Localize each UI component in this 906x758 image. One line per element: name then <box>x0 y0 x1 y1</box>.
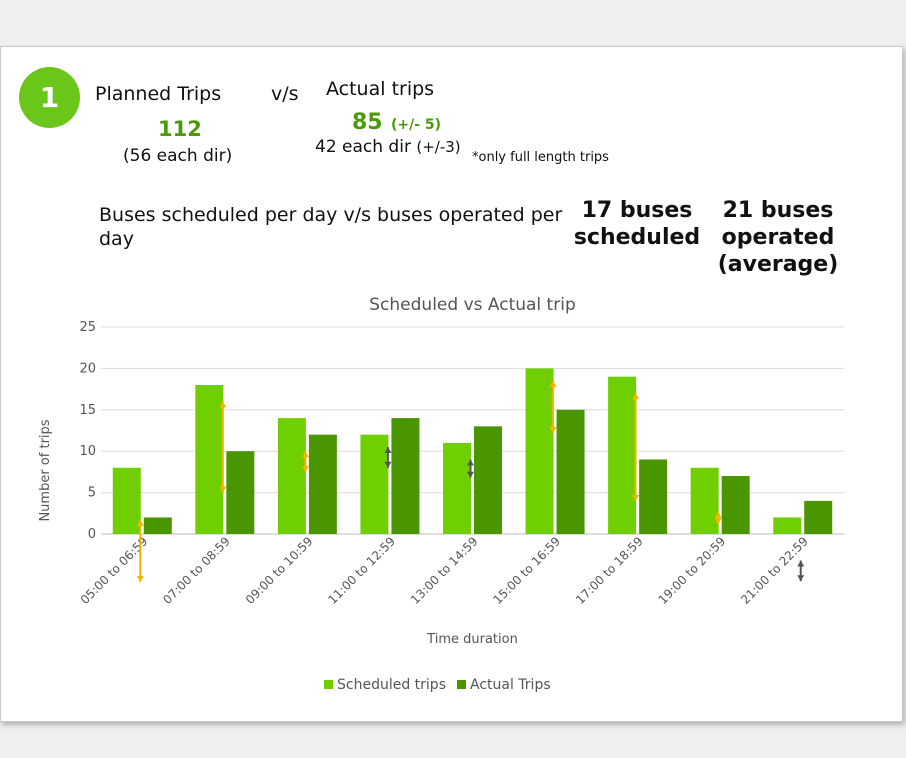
legend-label-actual: Actual Trips <box>470 677 551 693</box>
bar-scheduled <box>773 517 802 534</box>
x-tick-label: 17:00 to 18:59 <box>573 534 646 607</box>
y-axis-label: Number of trips <box>38 419 53 521</box>
bar-actual <box>721 476 750 534</box>
bar-scheduled <box>525 368 554 534</box>
y-tick-label: 25 <box>79 320 96 335</box>
bar-actual <box>639 459 668 534</box>
bar-scheduled <box>608 376 637 534</box>
y-tick-label: 5 <box>88 486 96 501</box>
bar-scheduled <box>112 467 141 534</box>
bar-scheduled <box>195 384 224 534</box>
x-tick-label: 07:00 to 08:59 <box>160 534 233 607</box>
y-tick-label: 20 <box>79 361 96 376</box>
bar-actual <box>143 517 172 534</box>
bar-actual <box>308 434 337 534</box>
bar-actual <box>391 418 420 534</box>
legend-swatch-actual <box>457 680 466 689</box>
y-tick-label: 0 <box>88 527 96 542</box>
difference-arrow-head <box>797 575 805 582</box>
difference-arrow-head <box>136 576 144 583</box>
x-tick-label: 09:00 to 10:59 <box>243 534 316 607</box>
bar-scheduled <box>360 434 389 534</box>
bar-actual <box>226 451 255 534</box>
y-tick-label: 15 <box>79 403 96 418</box>
bar-actual <box>474 426 502 534</box>
x-tick-label: 19:00 to 20:59 <box>656 534 729 607</box>
legend-label-scheduled: Scheduled trips <box>337 677 446 693</box>
x-tick-label: 15:00 to 16:59 <box>490 534 563 607</box>
scheduled-vs-actual-chart: 0 5 10 15 20 25 Scheduled vs Actual trip Number… <box>38 295 844 693</box>
legend-swatch-scheduled <box>324 680 333 689</box>
difference-arrow-head <box>797 560 805 567</box>
bar-scheduled <box>277 418 306 534</box>
y-tick-label: 10 <box>79 444 96 459</box>
bar-actual <box>804 500 833 534</box>
x-tick-label: 11:00 to 12:59 <box>325 534 398 607</box>
bar-scheduled <box>443 442 471 534</box>
chart-title: Scheduled vs Actual trip <box>369 295 575 315</box>
x-tick-label: 13:00 to 14:59 <box>408 534 481 607</box>
x-axis-label: Time duration <box>426 632 518 647</box>
bar-scheduled <box>690 467 719 534</box>
bar-actual <box>556 409 585 534</box>
